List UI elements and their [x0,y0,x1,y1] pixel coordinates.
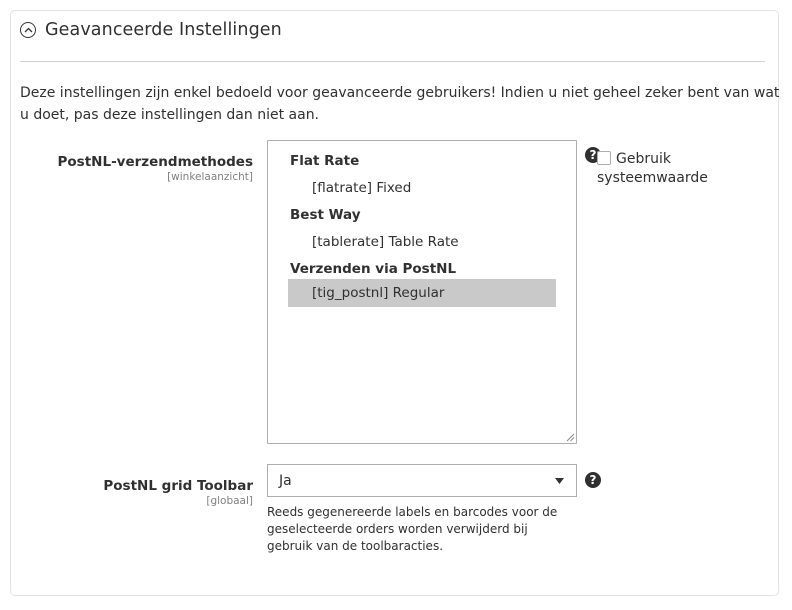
option-tig-postnl-regular[interactable]: [tig_postnl] Regular [288,279,556,307]
grid-toolbar-value: Ja [279,473,292,489]
grid-toolbar-scope: [globaal] [206,495,253,507]
section-header[interactable]: Geavanceerde Instellingen [20,20,282,40]
question-mark-icon[interactable]: ? [585,472,601,488]
grid-toolbar-label: PostNL grid Toolbar [103,478,253,494]
optgroup-flat-rate: Flat Rate [290,153,360,169]
optgroup-best-way: Best Way [290,207,361,223]
caret-down-icon [555,478,564,484]
resize-grip-icon[interactable] [566,433,575,442]
grid-toolbar-note: Reeds gegenereerde labels en barcodes vo… [267,505,558,553]
grid-toolbar-label-group: PostNL grid Toolbar [globaal] [3,478,253,507]
shipping-methods-label: PostNL-verzendmethodes [57,154,253,170]
option-flatrate-fixed[interactable]: [flatrate] Fixed [288,174,556,202]
section-description: Deze instellingen zijn enkel bedoeld voo… [20,85,780,123]
shipping-methods-scope: [winkelaanzicht] [167,171,253,183]
section-divider [20,61,765,62]
shipping-methods-multiselect[interactable]: Flat Rate [flatrate] Fixed Best Way [tab… [267,140,577,444]
grid-toolbar-select[interactable]: Ja [267,464,577,497]
use-system-value[interactable]: Gebruik systeemwaarde [597,150,717,188]
option-tablerate[interactable]: [tablerate] Table Rate [288,228,556,256]
chevron-up-circle-icon[interactable] [20,22,36,38]
shipping-methods-label-group: PostNL-verzendmethodes [winkelaanzicht] [3,154,253,183]
use-system-value-checkbox[interactable] [597,151,611,165]
section-title: Geavanceerde Instellingen [45,20,282,40]
use-system-value-label: Gebruik systeemwaarde [597,151,708,186]
optgroup-postnl: Verzenden via PostNL [290,261,457,277]
